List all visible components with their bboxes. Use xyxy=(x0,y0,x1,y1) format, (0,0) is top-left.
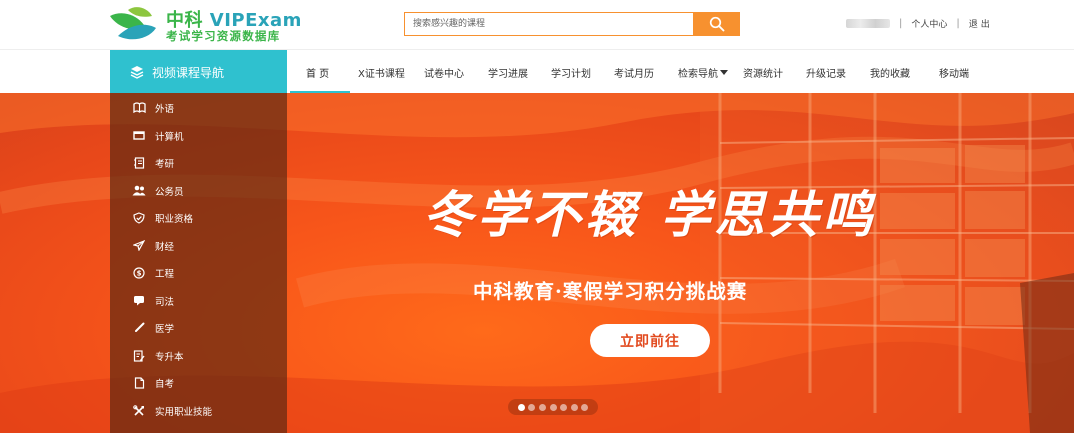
comment-icon xyxy=(132,294,146,308)
logo-subtitle: 考试学习资源数据库 xyxy=(166,29,281,43)
carousel-dot[interactable] xyxy=(528,403,536,411)
sidebar-item-label: 公务员 xyxy=(155,186,184,198)
monitor-icon xyxy=(132,129,146,143)
logo-leaf-icon xyxy=(110,7,156,40)
caret-down-icon xyxy=(720,69,728,75)
document-icon xyxy=(132,376,146,390)
sidebar-item-judiciary[interactable]: 司法 xyxy=(110,287,287,314)
nav-home[interactable]: 首 页 xyxy=(306,50,329,94)
sidebar-item-civil-servant[interactable]: 公务员 xyxy=(110,177,287,204)
sidebar-item-engineering[interactable]: $ 工程 xyxy=(110,259,287,286)
nav-upgrade-log[interactable]: 升级记录 xyxy=(806,50,846,94)
divider: | xyxy=(899,17,903,29)
pencil-icon xyxy=(132,321,146,335)
sidebar-item-postgraduate[interactable]: 考研 xyxy=(110,149,287,176)
top-header: 中科 VIPExam 考试学习资源数据库 | 个人中心 | 退出 xyxy=(0,0,1074,49)
sidebar-item-label: 工程 xyxy=(155,268,175,280)
username-redacted xyxy=(846,18,890,28)
nav-search-guide-label: 检索导航 xyxy=(678,68,718,80)
sidebar-item-professional-qualification[interactable]: 职业资格 xyxy=(110,204,287,231)
sidebar-item-practical-skills[interactable]: 实用职业技能 xyxy=(110,397,287,424)
dollar-circle-icon: $ xyxy=(132,266,146,280)
sidebar-item-label: 自考 xyxy=(155,378,175,390)
sidebar-item-label: 职业资格 xyxy=(155,213,194,225)
sidebar-item-label: 计算机 xyxy=(155,131,184,143)
nav-study-plan[interactable]: 学习计划 xyxy=(551,50,591,94)
paper-plane-icon xyxy=(132,239,146,253)
sidebar-item-computer[interactable]: 计算机 xyxy=(110,122,287,149)
search-input[interactable] xyxy=(405,13,693,35)
banner-cta-button[interactable]: 立即前往 xyxy=(590,324,710,357)
book-open-icon xyxy=(132,101,146,115)
nav-search-guide[interactable]: 检索导航 xyxy=(678,50,728,94)
users-icon xyxy=(132,184,146,198)
sidebar-item-finance[interactable]: 财经 xyxy=(110,232,287,259)
tools-icon xyxy=(132,404,146,418)
sidebar-item-label: 专升本 xyxy=(155,351,184,363)
carousel-dot[interactable] xyxy=(570,403,578,411)
sidebar-item-label: 司法 xyxy=(155,296,175,308)
category-sidebar: 外语 计算机 考研 公务员 职业资格 财经 $ 工程 司法 医学 专升本 自考 xyxy=(110,93,287,433)
search-icon xyxy=(709,16,724,32)
edit-document-icon xyxy=(132,349,146,363)
divider: | xyxy=(956,17,960,29)
sidebar-item-label: 外语 xyxy=(155,103,175,115)
sidebar-item-label: 考研 xyxy=(155,158,175,170)
carousel-dot[interactable] xyxy=(538,403,546,411)
sidebar-item-self-study-exam[interactable]: 自考 xyxy=(110,369,287,396)
sidebar-item-label: 实用职业技能 xyxy=(155,406,213,418)
search-box xyxy=(404,12,740,36)
sidebar-item-label: 财经 xyxy=(155,241,175,253)
nav-x-certificate[interactable]: X证书课程 xyxy=(358,50,405,94)
main-nav: 视频课程导航 首 页 X证书课程 试卷中心 学习进展 学习计划 考试月历 检索导… xyxy=(0,49,1074,94)
bookshelf-background xyxy=(700,93,1074,433)
personal-center-link[interactable]: 个人中心 xyxy=(911,17,947,30)
carousel-pagination xyxy=(508,399,598,415)
sidebar-item-medicine[interactable]: 医学 xyxy=(110,314,287,341)
sidebar-item-foreign-language[interactable]: 外语 xyxy=(110,94,287,121)
category-nav-header[interactable]: 视频课程导航 xyxy=(110,50,287,94)
carousel-dot[interactable] xyxy=(549,403,557,411)
banner-subtitle: 中科教育·寒假学习积分挑战赛 xyxy=(473,280,748,303)
banner-slogan: 冬学不辍 学思共鸣 xyxy=(423,185,877,244)
logout-link[interactable]: 退出 xyxy=(969,17,993,30)
nav-exam-calendar[interactable]: 考试月历 xyxy=(614,50,654,94)
nav-mobile[interactable]: 移动端 xyxy=(939,50,969,94)
notebook-icon xyxy=(132,156,146,170)
nav-resource-stats[interactable]: 资源统计 xyxy=(743,50,783,94)
sidebar-item-label: 医学 xyxy=(155,323,175,335)
carousel-dot[interactable] xyxy=(517,403,525,411)
nav-my-favorites[interactable]: 我的收藏 xyxy=(870,50,910,94)
sidebar-item-upgrade-degree[interactable]: 专升本 xyxy=(110,342,287,369)
nav-exam-center[interactable]: 试卷中心 xyxy=(424,50,464,94)
user-area: | 个人中心 | 退出 xyxy=(846,16,993,30)
carousel-dot[interactable] xyxy=(581,403,589,411)
search-button[interactable] xyxy=(693,12,740,36)
carousel-dot[interactable] xyxy=(560,403,568,411)
site-logo[interactable]: 中科 VIPExam 考试学习资源数据库 xyxy=(108,4,308,44)
shield-check-icon xyxy=(132,211,146,225)
layers-icon xyxy=(130,66,144,79)
nav-study-progress[interactable]: 学习进展 xyxy=(488,50,528,94)
svg-text:$: $ xyxy=(137,269,142,277)
category-nav-label: 视频课程导航 xyxy=(152,65,225,80)
